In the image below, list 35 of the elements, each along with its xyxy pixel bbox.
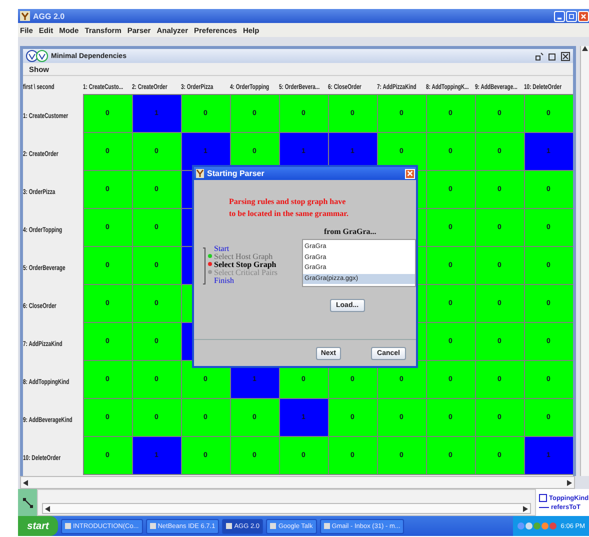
- minimize-button[interactable]: [554, 10, 565, 22]
- horizontal-scrollbar[interactable]: [20, 476, 575, 489]
- app-icon: [20, 11, 30, 21]
- edge-type-icon: [539, 506, 549, 509]
- maximize-button[interactable]: [566, 10, 577, 22]
- wizard-step: Finish: [214, 276, 234, 284]
- maximize-icon: [567, 12, 576, 20]
- tray-icons-drawing[interactable]: [516, 521, 557, 531]
- list-label: from GraGra...: [324, 227, 378, 236]
- maximize-icon[interactable]: [548, 52, 557, 60]
- edge-tool-icon[interactable]: [22, 498, 32, 508]
- horizontal-scrollbar[interactable]: [42, 503, 531, 514]
- wizard-step: Select Critical Pairs: [214, 268, 278, 276]
- scroll-left-icon[interactable]: [23, 480, 28, 486]
- iconify-icon[interactable]: [535, 52, 544, 60]
- window-title: AGG 2.0: [33, 12, 65, 20]
- close-button[interactable]: [578, 10, 589, 22]
- error-message: to be located in the same grammar.: [229, 208, 350, 220]
- vertical-scrollbar[interactable]: [580, 46, 589, 476]
- close-button[interactable]: [405, 168, 415, 178]
- scroll-right-icon[interactable]: [567, 480, 572, 486]
- wizard-step: Select Host Graph: [214, 252, 273, 260]
- error-message: Parsing rules and stop graph have: [229, 196, 347, 208]
- wizard-step: Select Stop Graph: [214, 260, 276, 268]
- dialog-title: Starting Parser: [207, 169, 264, 178]
- wizard-step: Start: [214, 244, 230, 252]
- scroll-right-icon[interactable]: [523, 506, 528, 512]
- close-icon[interactable]: [561, 52, 570, 60]
- scroll-left-icon[interactable]: [45, 506, 50, 512]
- step-bracket-drawing: [203, 247, 207, 285]
- scroll-up-icon[interactable]: [582, 46, 588, 51]
- node-type-icon: [539, 494, 547, 502]
- app-icon: [196, 169, 204, 178]
- close-icon: [579, 12, 588, 20]
- app-logo-icon: [26, 50, 48, 62]
